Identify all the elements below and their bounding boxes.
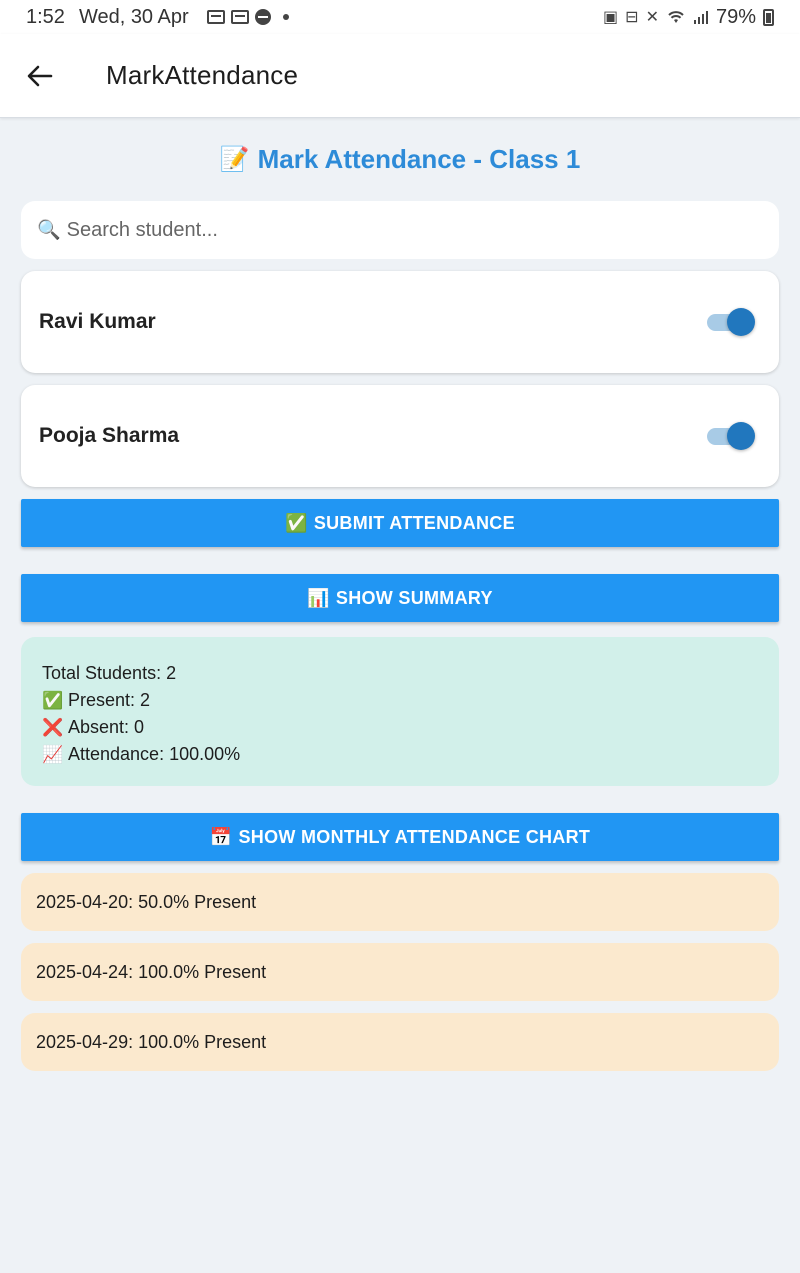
battery-percent: 79%: [715, 5, 756, 28]
page-title: 📝 Mark Attendance - Class 1: [21, 140, 779, 178]
summary-present: ✅ Present: 2: [42, 687, 758, 714]
attendance-record: 2025-04-24: 100.0% Present: [21, 943, 779, 1001]
status-time: 1:52: [26, 5, 65, 28]
news-icon: [206, 10, 225, 24]
memo-icon: 📝: [219, 145, 250, 173]
summary-panel: Total Students: 2 ✅ Present: 2 ❌ Absent:…: [21, 637, 779, 786]
summary-total: Total Students: 2: [42, 660, 758, 687]
summary-absent-text: Absent: 0: [68, 717, 145, 737]
bar-chart-icon: 📊: [307, 587, 330, 608]
toggle-thumb: [727, 308, 755, 336]
student-name: Pooja Sharma: [39, 424, 180, 447]
show-monthly-chart-label: SHOW MONTHLY ATTENDANCE CHART: [238, 826, 591, 847]
do-not-disturb-icon: [254, 9, 271, 25]
news-icon: [230, 10, 249, 24]
status-date: Wed, 30 Apr: [78, 5, 189, 28]
present-toggle[interactable]: [707, 307, 755, 337]
show-summary-label: SHOW SUMMARY: [335, 587, 493, 608]
arrow-left-icon: [27, 65, 53, 86]
toggle-thumb: [727, 422, 755, 450]
summary-total-text: Total Students: 2: [42, 663, 177, 683]
page-title-text: Mark Attendance - Class 1: [257, 143, 581, 174]
battery-saver-icon: ▣: [603, 9, 619, 26]
summary-attendance-text: Attendance: 100.00%: [68, 744, 241, 764]
attendance-record: 2025-04-29: 100.0% Present: [21, 1013, 779, 1071]
attendance-record: 2025-04-20: 50.0% Present: [21, 873, 779, 931]
summary-attendance: 📈 Attendance: 100.00%: [42, 741, 758, 768]
cross-icon: ❌: [42, 718, 64, 737]
app-title: MarkAttendance: [106, 60, 299, 90]
show-summary-button[interactable]: 📊 SHOW SUMMARY: [21, 574, 779, 622]
show-monthly-chart-button[interactable]: 📅 SHOW MONTHLY ATTENDANCE CHART: [21, 813, 779, 861]
chart-increasing-icon: 📈: [42, 745, 64, 764]
app-bar: MarkAttendance: [0, 34, 800, 118]
present-toggle[interactable]: [707, 421, 755, 451]
calendar-icon: 📅: [209, 826, 233, 847]
sleep-mode-icon: ⊟: [625, 9, 639, 26]
notification-dot-icon: [282, 14, 289, 20]
status-bar: 1:52 Wed, 30 Apr ▣ ⊟ ✕ 79%: [0, 0, 800, 34]
search-input[interactable]: [66, 218, 763, 242]
signal-icon: [693, 11, 708, 24]
student-card: Pooja Sharma: [21, 385, 779, 487]
back-button[interactable]: [0, 34, 80, 118]
main-content: 📝 Mark Attendance - Class 1 🔍 Ravi Kumar…: [21, 118, 779, 1071]
summary-absent: ❌ Absent: 0: [42, 714, 758, 741]
wifi-icon: [668, 11, 684, 23]
check-icon: ✅: [42, 691, 64, 710]
search-icon: 🔍: [37, 220, 61, 241]
student-name: Ravi Kumar: [39, 310, 156, 333]
submit-attendance-button[interactable]: ✅ SUBMIT ATTENDANCE: [21, 499, 779, 547]
student-card: Ravi Kumar: [21, 271, 779, 373]
mute-icon: ✕: [645, 9, 659, 26]
check-icon: ✅: [285, 512, 308, 533]
submit-attendance-label: SUBMIT ATTENDANCE: [313, 512, 515, 533]
summary-present-text: Present: 2: [68, 690, 151, 710]
battery-icon: [763, 8, 774, 26]
search-box[interactable]: 🔍: [21, 201, 779, 259]
